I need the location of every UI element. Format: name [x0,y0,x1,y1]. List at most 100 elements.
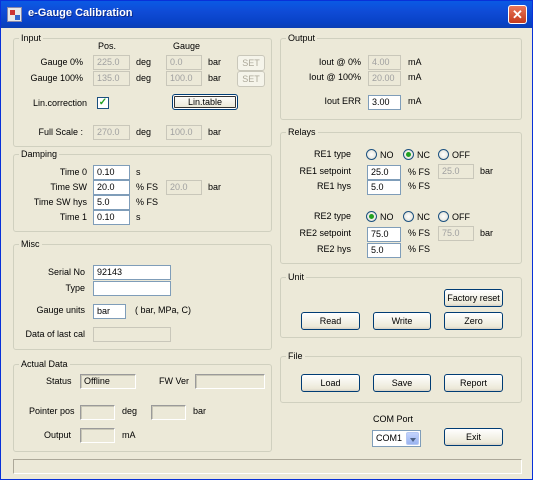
re1-setpoint-label: RE1 setpoint [299,166,351,176]
time1-label: Time 1 [59,212,87,222]
pointer-unit-deg: deg [122,406,138,416]
re1-radio-nc[interactable]: NC [403,148,430,161]
re2-hys-input[interactable]: 5.0 [367,243,401,258]
com-port-label: COM Port [373,414,414,424]
re1-radio-no[interactable]: NO [366,148,394,161]
pointer-deg-value [80,405,115,420]
gauge100-set-button[interactable]: SET [237,71,265,87]
re2-radio-off-dot [438,211,449,223]
re2-radio-nc-dot [403,211,414,223]
re1-radio-off[interactable]: OFF [438,148,470,161]
iout0-label: Iout @ 0% [318,57,361,67]
exit-button[interactable]: Exit [444,428,503,446]
load-button[interactable]: Load [301,374,360,392]
re1-radio-nc-dot [403,149,414,161]
re2-radio-off-label: OFF [452,211,470,222]
re2-radio-no-dot [366,211,377,223]
gauge0-unit-deg: deg [136,57,152,67]
re2-setpoint-unit: % FS [408,228,431,238]
time0-unit: s [136,167,141,177]
fullscale-gauge-field: 100.0 [166,125,202,140]
type-input[interactable] [93,281,171,296]
iout-err-input[interactable]: 3.00 [368,95,401,110]
chevron-down-icon[interactable] [406,432,419,445]
fw-ver-label: FW Ver [159,376,190,386]
gauge0-pos-field: 225.0 [93,55,130,70]
window-title: e-Gauge Calibration [28,7,133,19]
timesw-unit: % FS [136,182,159,192]
time1-input[interactable]: 0.10 [93,210,130,225]
app-icon[interactable] [7,7,22,22]
pointer-deg-text [81,406,114,408]
pointer-bar-text [152,406,185,408]
re2-radio-no-label: NO [380,211,394,222]
main-window: e-Gauge Calibration ✕ Input Pos. Gauge G… [0,0,533,480]
report-button[interactable]: Report [444,374,503,392]
gauge0-set-button[interactable]: SET [237,55,265,71]
gauge100-gauge-field: 100.0 [166,71,202,86]
iout100-unit: mA [408,72,422,82]
gauge100-unit-deg: deg [136,73,152,83]
iout0-field: 4.00 [368,55,401,70]
gauge-units-hint: ( bar, MPa, C) [135,305,192,315]
re2-radio-nc[interactable]: NC [403,210,430,223]
timeswhys-unit: % FS [136,197,159,207]
timesw-bar-unit: bar [208,182,222,192]
timeswhys-input[interactable]: 5.0 [93,195,130,210]
type-label: Type [65,283,85,293]
gauge-units-input[interactable]: bar [93,304,126,319]
save-button[interactable]: Save [373,374,431,392]
gauge-units-label: Gauge units [36,305,85,315]
iout0-unit: mA [408,57,422,67]
factory-reset-button[interactable]: Factory reset [444,289,503,307]
gauge100-label: Gauge 100% [30,73,83,83]
iout-err-unit: mA [408,96,422,106]
pointer-unit-bar: bar [193,406,207,416]
lin-table-button[interactable]: Lin.table [172,94,238,110]
relays-legend: Relays [286,127,318,137]
re1-type-label: RE1 type [313,149,351,159]
output-value [80,428,115,443]
com-port-select[interactable]: COM1 [372,430,421,447]
time1-unit: s [136,212,141,222]
iout100-label: Iout @ 100% [308,72,361,82]
re2-hys-label: RE2 hys [316,244,351,254]
re2-setpoint-input[interactable]: 75.0 [367,227,401,242]
pointer-bar-value [151,405,186,420]
re2-radio-no[interactable]: NO [366,210,394,223]
output-label: Output [44,430,72,440]
fullscale-unit-bar: bar [208,127,222,137]
input-legend: Input [19,33,44,43]
fullscale-unit-deg: deg [136,127,152,137]
fullscale-pos-field: 270.0 [93,125,130,140]
col-gauge-header: Gauge [173,41,201,51]
iout-err-label: Iout ERR [324,96,361,106]
col-pos-header: Pos. [98,41,117,51]
write-button[interactable]: Write [373,312,431,330]
lin-correction-checkbox[interactable]: ✓ [97,97,109,109]
misc-legend: Misc [19,239,42,249]
re1-radio-no-dot [366,149,377,161]
close-button[interactable]: ✕ [508,5,527,24]
output-legend: Output [286,33,318,43]
re2-radio-off[interactable]: OFF [438,210,470,223]
fw-ver-text [196,375,264,377]
gauge0-gauge-field: 0.0 [166,55,202,70]
zero-button[interactable]: Zero [444,312,503,330]
re2-setpoint-label: RE2 setpoint [299,228,351,238]
time0-input[interactable]: 0.10 [93,165,130,180]
re2-hys-unit: % FS [408,244,431,254]
damping-legend: Damping [19,149,60,159]
title-bar[interactable]: e-Gauge Calibration ✕ [1,1,532,28]
pointer-pos-label: Pointer pos [29,406,75,416]
re1-radio-no-label: NO [380,149,394,160]
serial-input[interactable]: 92143 [93,265,171,280]
timesw-input[interactable]: 20.0 [93,180,130,195]
gauge100-unit-bar: bar [208,73,222,83]
re1-setpoint-input[interactable]: 25.0 [367,165,401,180]
status-label: Status [46,376,72,386]
re1-setpoint-bar-field: 25.0 [438,164,474,179]
read-button[interactable]: Read [301,312,360,330]
re1-hys-input[interactable]: 5.0 [367,180,401,195]
output-unit: mA [122,430,136,440]
